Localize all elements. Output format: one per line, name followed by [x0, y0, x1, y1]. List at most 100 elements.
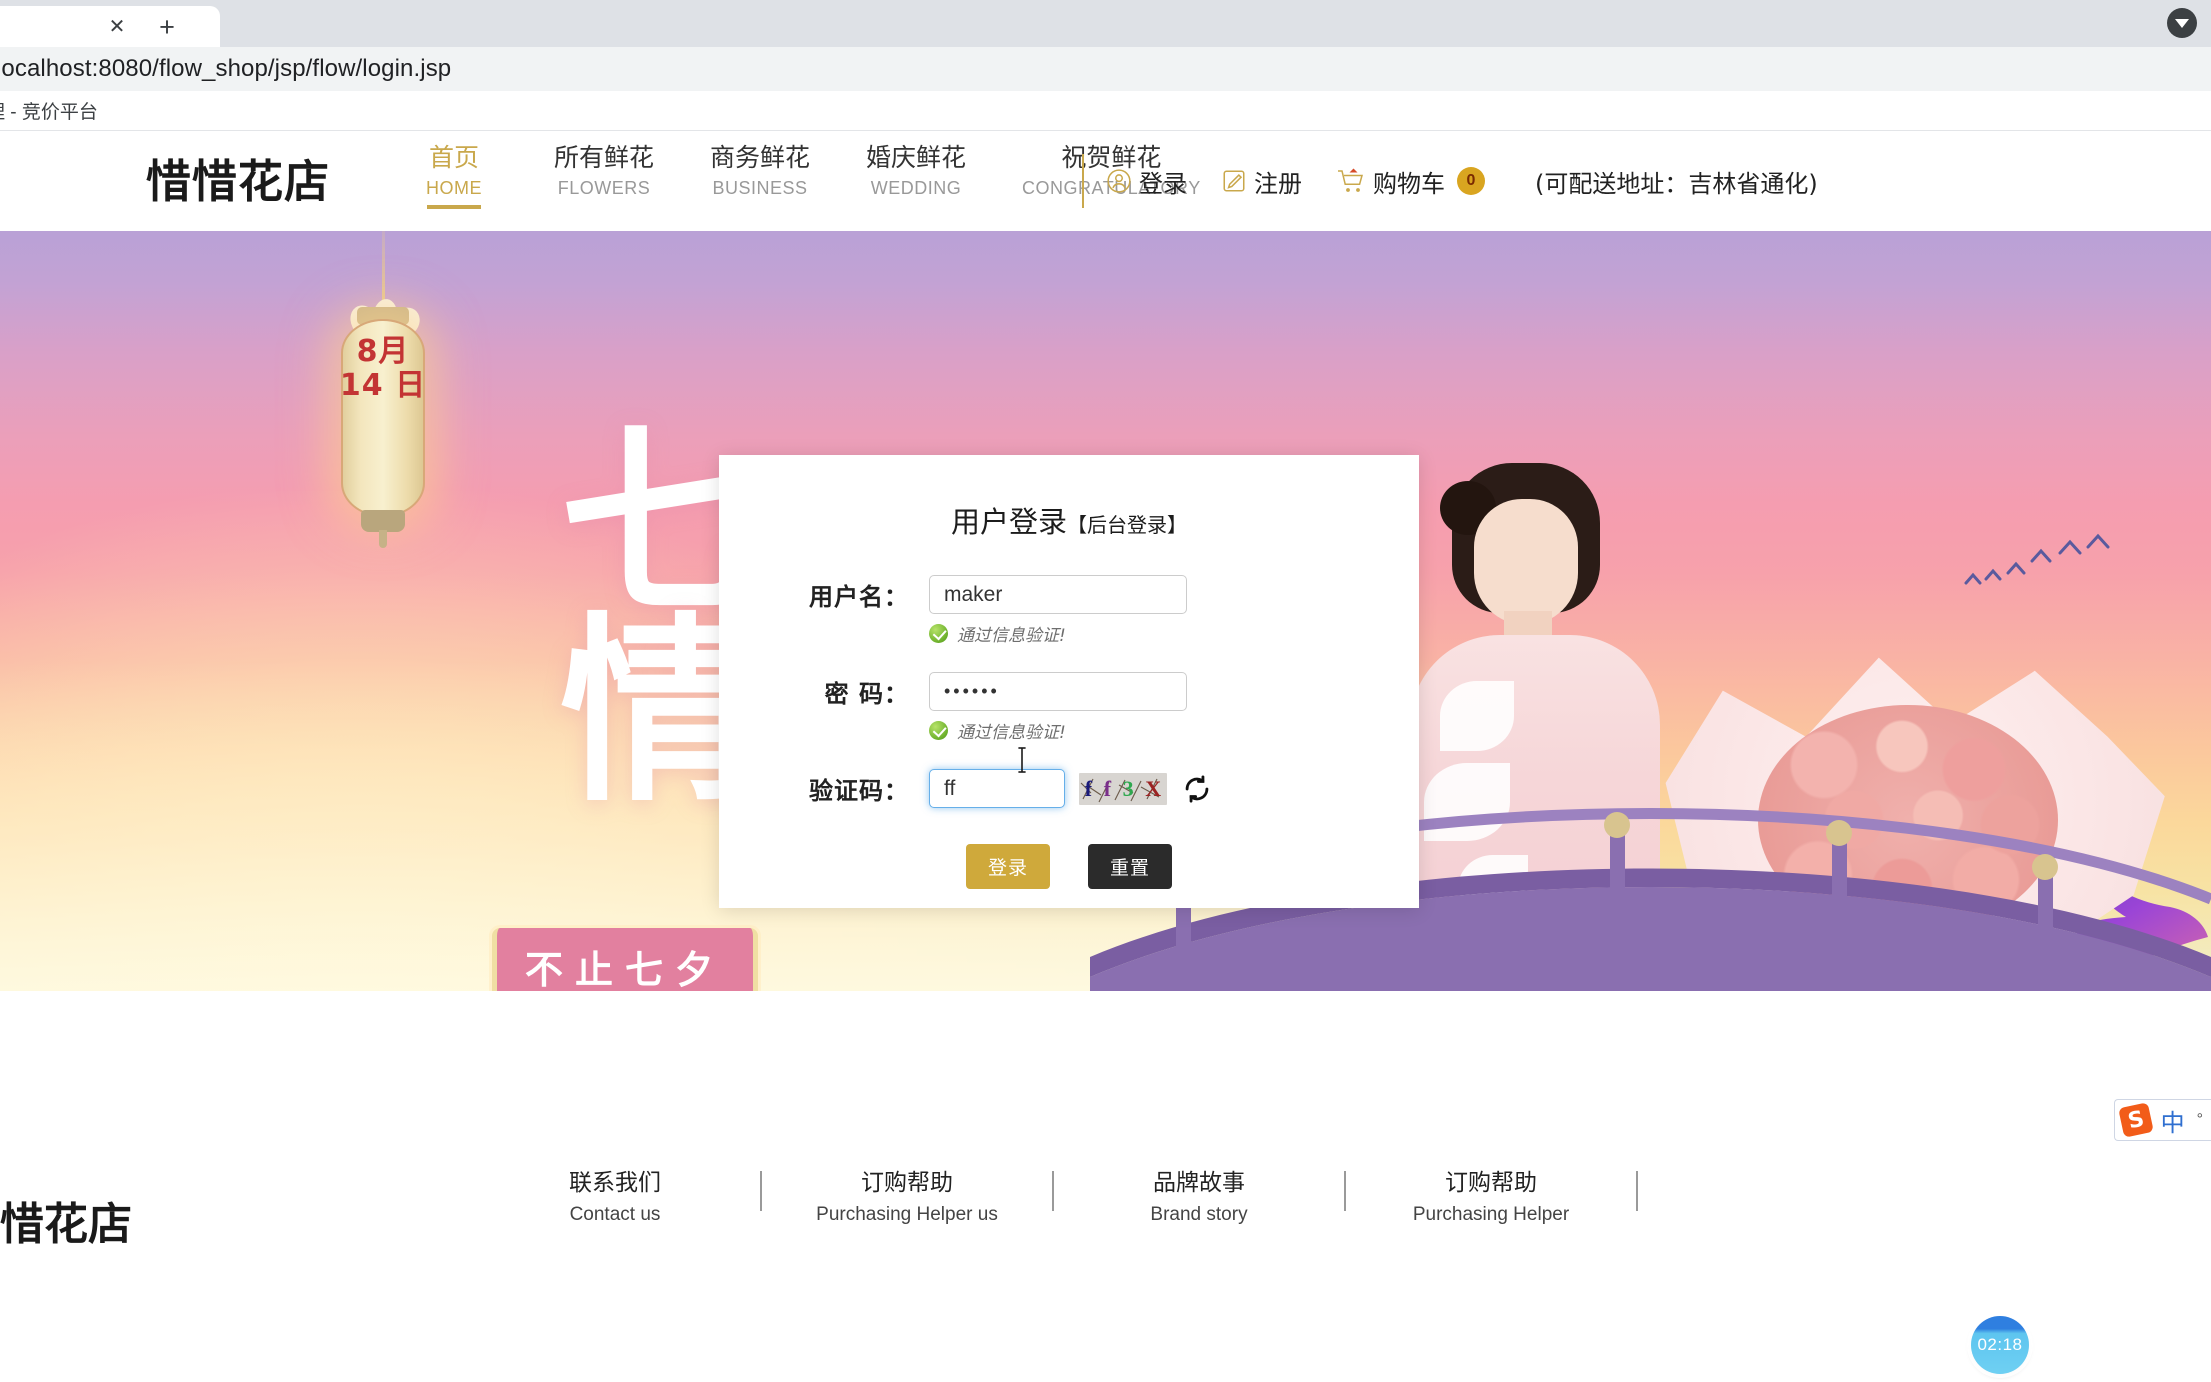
footer-column-helper[interactable]: 订购帮助 Purchasing Helper	[1346, 1165, 1636, 1229]
login-modal-title: 用户登录【后台登录】	[719, 499, 1419, 541]
nav-item-business-en: BUSINESS	[712, 178, 808, 198]
dress-lace	[1440, 681, 1514, 751]
lantern-date-text: 8月 14 日	[339, 334, 427, 403]
footer-columns: 联系我们 Contact us 订购帮助 Purchasing Helper u…	[470, 1165, 2211, 1229]
nav-item-flowers-cn: 所有鲜花	[554, 143, 655, 172]
footer-separator	[1636, 1171, 1638, 1211]
bookmark-item[interactable]: 理 - 竞价平台	[0, 97, 98, 124]
login-submit-button[interactable]: 登录	[965, 844, 1050, 889]
login-modal-actions: 登录 重置	[719, 844, 1419, 889]
address-bar-url[interactable]: localhost:8080/flow_shop/jsp/flow/login.…	[0, 55, 451, 83]
nav-item-home[interactable]: 首页 HOME	[400, 141, 508, 201]
captcha-char-2: f	[1103, 775, 1112, 801]
footer-column-contact[interactable]: 联系我们 Contact us	[470, 1165, 760, 1229]
giftbox-brand: FLOWERSONG	[1497, 954, 1605, 968]
footer-column-helper-us-cn: 订购帮助	[861, 1170, 953, 1196]
check-circle-icon	[929, 721, 948, 740]
footer-column-contact-cn: 联系我们	[569, 1170, 661, 1196]
password-validation-text: 通过信息验证!	[957, 723, 1066, 743]
nav-item-home-cn: 首页	[428, 143, 479, 172]
ime-mode-label[interactable]: 中	[2161, 1103, 2185, 1138]
bouquet-roses	[1758, 705, 2058, 935]
login-modal-title-main: 用户登录	[950, 505, 1067, 539]
username-input[interactable]	[929, 575, 1187, 614]
nav-item-business-cn: 商务鲜花	[710, 143, 811, 172]
captcha-char-3: 3	[1122, 775, 1134, 801]
footer-column-brand-story-en: Brand story	[1150, 1204, 1248, 1225]
footer-column-brand-story-cn: 品牌故事	[1153, 1170, 1245, 1196]
site-header: 惜惜花店 首页 HOME 所有鲜花 FLOWERS 商务鲜花 BUSINESS …	[0, 131, 2211, 231]
giftbox-subtext: LOVE IS LOVE ONE ROSE FOREVER BLOOMING 花…	[1497, 980, 1545, 987]
birds-icon	[1964, 533, 2110, 585]
browser-chrome: ✕ + localhost:8080/flow_shop/jsp/flow/lo…	[0, 0, 2211, 131]
nav-item-business[interactable]: 商务鲜花 BUSINESS	[700, 141, 820, 201]
close-icon[interactable]: ✕	[105, 15, 129, 39]
hero-tag-label: 不止七夕	[525, 948, 726, 991]
page-content: 惜惜花店 首页 HOME 所有鲜花 FLOWERS 商务鲜花 BUSINESS …	[0, 131, 2211, 1382]
captcha-input[interactable]	[929, 769, 1065, 808]
password-label: 密 码：	[824, 680, 909, 708]
captcha-char-1: f	[1084, 775, 1093, 801]
footer-column-helper-us[interactable]: 订购帮助 Purchasing Helper us	[762, 1165, 1052, 1229]
nav-item-wedding-cn: 婚庆鲜花	[866, 143, 967, 172]
shopping-cart-icon	[1336, 167, 1366, 195]
cart-count-badge: 0	[1457, 167, 1485, 195]
header-actions: 登录 注册 购物车 0 (可配送地址：吉林省通化)	[1082, 154, 1818, 208]
footer-column-contact-en: Contact us	[569, 1204, 661, 1225]
footer-column-brand-story[interactable]: 品牌故事 Brand story	[1054, 1165, 1344, 1229]
check-circle-icon	[929, 624, 948, 643]
nav-item-flowers[interactable]: 所有鲜花 FLOWERS	[544, 141, 664, 201]
chevron-down-icon[interactable]	[2167, 8, 2197, 38]
floating-timer-badge[interactable]: 02:18	[1971, 1316, 2029, 1374]
footer-column-helper-en: Purchasing Helper	[1412, 1204, 1570, 1225]
login-modal: 用户登录【后台登录】 用户名： 通过信息验证! 密 码： 通过信息验证! 验证码…	[719, 455, 1419, 908]
register-link-label: 注册	[1254, 169, 1302, 198]
register-link[interactable]: 注册	[1221, 164, 1302, 199]
user-icon	[1106, 168, 1132, 194]
hero-tag-badge: 不止七夕	[492, 928, 759, 991]
captcha-image[interactable]: f f 3 X	[1079, 772, 1167, 805]
new-tab-icon[interactable]: +	[152, 12, 182, 42]
nav-item-wedding-en: WEDDING	[870, 178, 962, 198]
model-face	[1474, 499, 1578, 625]
nav-item-home-en: HOME	[426, 178, 482, 198]
login-modal-title-sub: 【后台登录】	[1067, 513, 1187, 537]
dress-lace	[1458, 855, 1528, 921]
sogou-ime-bar[interactable]: S 中 °	[2113, 1099, 2211, 1141]
giftbox-flowers	[1593, 938, 1741, 991]
text-cursor-icon	[1018, 747, 1026, 773]
password-row: 密 码：	[719, 672, 1419, 711]
lantern-tail	[379, 530, 387, 548]
ime-punctuation-icon[interactable]: °	[2197, 1111, 2203, 1129]
username-row: 用户名：	[719, 575, 1419, 614]
nav-item-wedding[interactable]: 婚庆鲜花 WEDDING	[856, 141, 976, 201]
lantern-cord	[382, 231, 385, 303]
site-logo[interactable]: 惜惜花店	[146, 145, 330, 210]
captcha-char-4: X	[1145, 775, 1162, 801]
lantern-base	[361, 510, 405, 532]
username-validation: 通过信息验证!	[929, 621, 1419, 646]
username-label: 用户名：	[809, 583, 909, 611]
browser-tabstrip: ✕ +	[0, 0, 2211, 47]
lantern-illustration: 8月 14 日	[333, 297, 433, 548]
header-divider	[1082, 154, 1084, 208]
login-link-label: 登录	[1139, 169, 1187, 198]
sogou-logo-icon[interactable]: S	[2117, 1102, 2154, 1138]
giftbox-label: FLOWERSONG LOVE IS LOVE ONE ROSE FOREVER…	[1487, 938, 1605, 991]
password-validation: 通过信息验证!	[929, 718, 1419, 743]
cart-link-label: 购物车	[1373, 169, 1445, 198]
site-footer: 惜惜花店 联系我们 Contact us 订购帮助 Purchasing Hel…	[0, 1143, 2211, 1263]
reset-button[interactable]: 重置	[1088, 844, 1173, 889]
refresh-icon[interactable]	[1183, 774, 1211, 803]
captcha-label: 验证码：	[809, 777, 909, 805]
username-validation-text: 通过信息验证!	[957, 626, 1066, 646]
password-input[interactable]	[929, 672, 1187, 711]
footer-column-helper-us-en: Purchasing Helper us	[816, 1204, 998, 1225]
browser-bookmark-bar: 理 - 竞价平台	[0, 91, 2211, 131]
nav-item-flowers-en: FLOWERS	[557, 178, 651, 198]
browser-address-bar[interactable]: localhost:8080/flow_shop/jsp/flow/login.…	[0, 47, 2211, 91]
dress-lace	[1424, 763, 1510, 841]
cart-link[interactable]: 购物车 0	[1336, 164, 1485, 199]
footer-column-helper-cn: 订购帮助	[1445, 1170, 1537, 1196]
login-link[interactable]: 登录	[1106, 164, 1187, 199]
